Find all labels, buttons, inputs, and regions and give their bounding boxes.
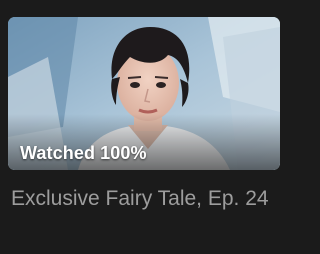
watched-progress-label: Watched 100% — [20, 143, 147, 163]
video-card[interactable]: Watched 100% Exclusive Fairy Tale, Ep. 2… — [0, 0, 289, 254]
video-thumbnail[interactable]: Watched 100% — [8, 17, 280, 170]
video-title[interactable]: Exclusive Fairy Tale, Ep. 24 — [11, 185, 279, 213]
